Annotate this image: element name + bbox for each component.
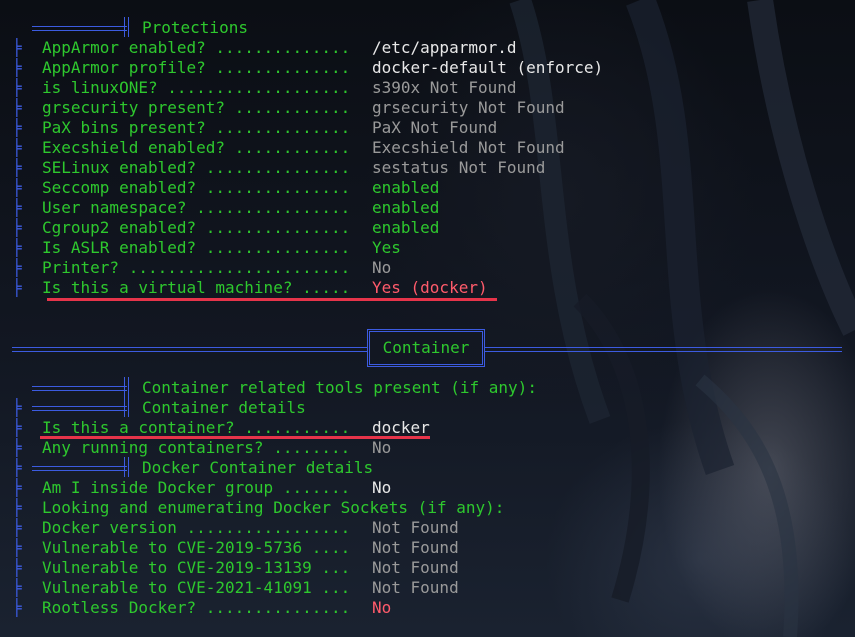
check-label: Is this a container? ...........: [42, 418, 351, 437]
check-label: Seccomp enabled? ...............: [42, 178, 351, 197]
check-value: No: [372, 598, 392, 617]
docker-header-rule: [32, 466, 127, 471]
check-value: enabled: [372, 178, 440, 197]
tree-pipe: ╞: [12, 418, 22, 437]
check-value: Not Found: [372, 578, 459, 597]
container-section-title: Container: [367, 329, 485, 367]
check-label: Cgroup2 enabled? ...............: [42, 218, 351, 237]
check-label: AppArmor profile? ..............: [42, 58, 351, 77]
tree-pipe: ╞: [12, 458, 22, 477]
check-label: Any running containers? ........: [42, 438, 351, 457]
tree-pipe: ╞: [12, 98, 22, 117]
tree-pipe: ╞: [12, 478, 22, 497]
check-label: Am I inside Docker group .......: [42, 478, 351, 497]
check-label: Vulnerable to CVE-2021-41091 ...: [42, 578, 351, 597]
check-value: Not Found: [372, 558, 459, 577]
check-value: Yes (docker): [372, 278, 488, 297]
docker-header-bracket: [124, 457, 129, 477]
check-value: No: [372, 478, 392, 497]
tree-pipe: ╞: [12, 78, 22, 97]
check-value: Yes: [372, 238, 401, 257]
tree-pipe: ╞: [12, 598, 22, 617]
tools-header-rule: [32, 386, 127, 391]
details-header: Container details: [142, 398, 306, 417]
check-label: grsecurity present? ............: [42, 98, 351, 117]
tree-pipe: ╞: [12, 38, 22, 57]
check-label: Is this a virtual machine? .....: [42, 278, 351, 297]
check-value: docker-default (enforce): [372, 58, 604, 77]
check-label: AppArmor enabled? ..............: [42, 38, 351, 57]
details-header-bracket: [124, 397, 129, 417]
check-value: grsecurity Not Found: [372, 98, 565, 117]
check-label: Vulnerable to CVE-2019-5736 ....: [42, 538, 351, 557]
docker-header: Docker Container details: [142, 458, 374, 477]
container-divider-left: [12, 347, 367, 352]
check-value: PaX Not Found: [372, 118, 498, 137]
check-label: Docker version .................: [42, 518, 351, 537]
tree-pipe: ╞: [12, 578, 22, 597]
check-value: Execshield Not Found: [372, 138, 565, 157]
tree-pipe: ╞: [12, 138, 22, 157]
tree-pipe: ╞: [12, 198, 22, 217]
check-label: Printer? .......................: [42, 258, 351, 277]
check-value: Not Found: [372, 538, 459, 557]
check-value: /etc/apparmor.d: [372, 38, 517, 57]
check-label: PaX bins present? ..............: [42, 118, 351, 137]
tree-pipe: ╞: [12, 58, 22, 77]
virtual-machine-highlight: [47, 298, 497, 301]
protections-title: Protections: [142, 18, 248, 37]
tree-pipe: ╞: [12, 158, 22, 177]
tree-pipe: ╞: [12, 238, 22, 257]
check-value: enabled: [372, 198, 440, 217]
tree-pipe: ╞: [12, 118, 22, 137]
tree-pipe: ╞: [12, 558, 22, 577]
check-value: No: [372, 258, 392, 277]
tree-pipe: ╞: [12, 518, 22, 537]
check-label: SELinux enabled? ...............: [42, 158, 351, 177]
check-label: User namespace? ................: [42, 198, 351, 217]
check-value: No: [372, 438, 392, 457]
check-label: Vulnerable to CVE-2019-13139 ...: [42, 558, 351, 577]
tools-header-bracket: [124, 377, 129, 397]
tree-pipe: ╞: [12, 278, 22, 297]
check-label: Execshield enabled? ............: [42, 138, 351, 157]
tools-header: Container related tools present (if any)…: [142, 378, 537, 397]
check-label: Is ASLR enabled? ...............: [42, 238, 351, 257]
protections-header-bracket: [124, 17, 129, 37]
check-value: enabled: [372, 218, 440, 237]
tree-pipe: ╞: [12, 218, 22, 237]
container-highlight: [40, 436, 430, 439]
tree-pipe: ╞: [12, 398, 22, 417]
details-header-rule: [32, 406, 127, 411]
check-label: Rootless Docker? ...............: [42, 598, 351, 617]
protections-header-rule: [32, 26, 127, 31]
check-label: Looking and enumerating Docker Sockets (…: [42, 498, 505, 517]
tree-pipe: ╞: [12, 538, 22, 557]
check-value: Not Found: [372, 518, 459, 537]
tree-pipe: ╞: [12, 178, 22, 197]
tree-pipe: ╞: [12, 258, 22, 277]
check-label: is linuxONE? ...................: [42, 78, 351, 97]
tree-pipe: ╞: [12, 498, 22, 517]
check-value: sestatus Not Found: [372, 158, 546, 177]
check-value: s390x Not Found: [372, 78, 517, 97]
container-divider-right: [485, 347, 842, 352]
check-value: docker: [372, 418, 430, 437]
tree-pipe: ╞: [12, 438, 22, 457]
